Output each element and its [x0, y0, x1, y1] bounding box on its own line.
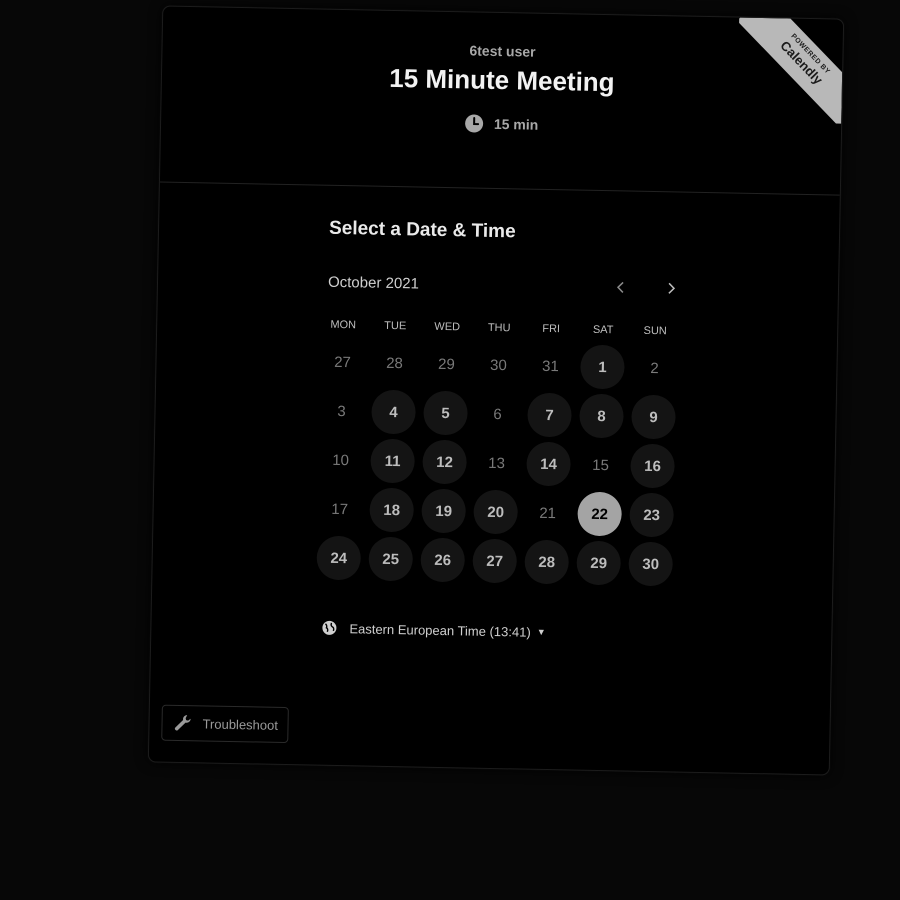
next-month-button[interactable] [659, 276, 683, 300]
section-title: Select a Date & Time [328, 217, 516, 243]
troubleshoot-button[interactable]: Troubleshoot [161, 704, 290, 744]
calendar-week-row: 24 25 26 27 28 29 30 [312, 535, 677, 587]
calendar-day-available[interactable]: 25 [368, 536, 414, 582]
weekday-label: FRI [542, 322, 561, 336]
timezone-label: Eastern European Time (13:41) [349, 620, 531, 640]
calendar-day-available[interactable]: 18 [369, 487, 415, 533]
weekday-label: TUE [384, 319, 407, 333]
calendar-day-available[interactable]: 9 [631, 394, 676, 440]
weekday-label: MON [330, 318, 357, 332]
calendar-day-selected[interactable]: 22 [577, 491, 623, 537]
calendar-week-row: 3 45 6 789 [315, 389, 680, 440]
calendar-day-available[interactable]: 1 [580, 344, 625, 390]
calendar-day-available[interactable]: 28 [524, 539, 570, 585]
month-label: October 2021 [327, 273, 420, 292]
calendar-day-unavailable: 27 [334, 353, 352, 371]
calendar-day-unavailable: 3 [337, 402, 346, 420]
calendar-day-unavailable: 28 [386, 354, 404, 372]
calendar-day-available[interactable]: 7 [527, 392, 572, 438]
clock-icon [464, 113, 484, 133]
troubleshoot-label: Troubleshoot [202, 715, 279, 733]
calendly-ribbon-link[interactable]: POWERED BY Calendly [737, 17, 844, 124]
powered-by-ribbon[interactable]: POWERED BY Calendly [737, 17, 844, 124]
weekday-label: WED [434, 320, 461, 334]
calendar-week-row: 10 11 12 13 14 15 16 [314, 438, 679, 489]
calendar-day-available[interactable]: 20 [473, 489, 519, 535]
calendar-day-available[interactable]: 27 [472, 538, 518, 584]
calendar-day-available[interactable]: 16 [630, 443, 675, 489]
calendar-day-available[interactable]: 23 [629, 492, 675, 538]
caret-down-icon: ▼ [536, 626, 546, 637]
chevron-left-icon [616, 281, 624, 293]
calendar-day-unavailable: 17 [331, 500, 349, 518]
calendar-day-available[interactable]: 12 [422, 439, 468, 485]
previous-month-button[interactable] [609, 275, 633, 299]
weekday-label: SUN [643, 324, 667, 338]
calendar-day-available[interactable]: 14 [526, 441, 572, 487]
calendar-day-available[interactable]: 4 [371, 389, 416, 435]
timezone-selector[interactable]: Eastern European Time (13:41) ▼ [321, 620, 546, 640]
month-navigation: October 2021 [328, 270, 683, 301]
calendar-day-available[interactable]: 26 [420, 537, 466, 583]
calendar-week-row: 27 28 29 30 31 1 2 [316, 340, 681, 391]
chevron-right-icon [668, 282, 676, 294]
calendar-week-row: 17 18 19 20 21 22 23 [313, 487, 678, 538]
calendar-day-available[interactable]: 24 [316, 535, 362, 581]
calendar-day-unavailable: 29 [437, 355, 456, 373]
wrench-icon [172, 713, 192, 733]
calendar-day-unavailable: 6 [493, 405, 502, 423]
calendar-day-available[interactable]: 5 [423, 390, 468, 436]
weekday-label: THU [487, 321, 511, 335]
booking-card: POWERED BY Calendly 6test user 15 Minute… [147, 5, 845, 776]
calendar-day-unavailable: 2 [650, 359, 659, 377]
globe-icon [321, 620, 337, 636]
duration-label: 15 min [493, 115, 539, 133]
calendar-day-unavailable: 15 [592, 456, 610, 474]
calendar-day-available[interactable]: 29 [576, 540, 622, 586]
weekday-header-row: MON TUE WED THU FRI SAT SUN [317, 315, 681, 342]
calendar-day-available[interactable]: 8 [579, 393, 624, 439]
calendar-day-unavailable: 10 [332, 451, 350, 469]
calendar-weeks: 27 28 29 30 31 1 2 3 4 5 6 7 8 9 10 11 12 13 14 15 16 17 18 19 2… [312, 340, 681, 587]
calendar-day-available[interactable]: 30 [628, 541, 674, 587]
calendar-day-available[interactable]: 19 [421, 488, 467, 534]
calendar-day-unavailable: 31 [541, 357, 559, 375]
calendar-day-unavailable: 21 [539, 504, 557, 522]
calendar-day-unavailable: 30 [489, 356, 507, 374]
calendar-grid: MON TUE WED THU FRI SAT SUN 27 28 29 30 31 1 2 3 4 5 6 7 8… [312, 315, 681, 587]
calendar-day-unavailable: 13 [488, 454, 506, 472]
weekday-label: SAT [592, 323, 614, 337]
calendar-day-available[interactable]: 11 [370, 438, 416, 484]
month-nav-buttons [609, 275, 683, 300]
